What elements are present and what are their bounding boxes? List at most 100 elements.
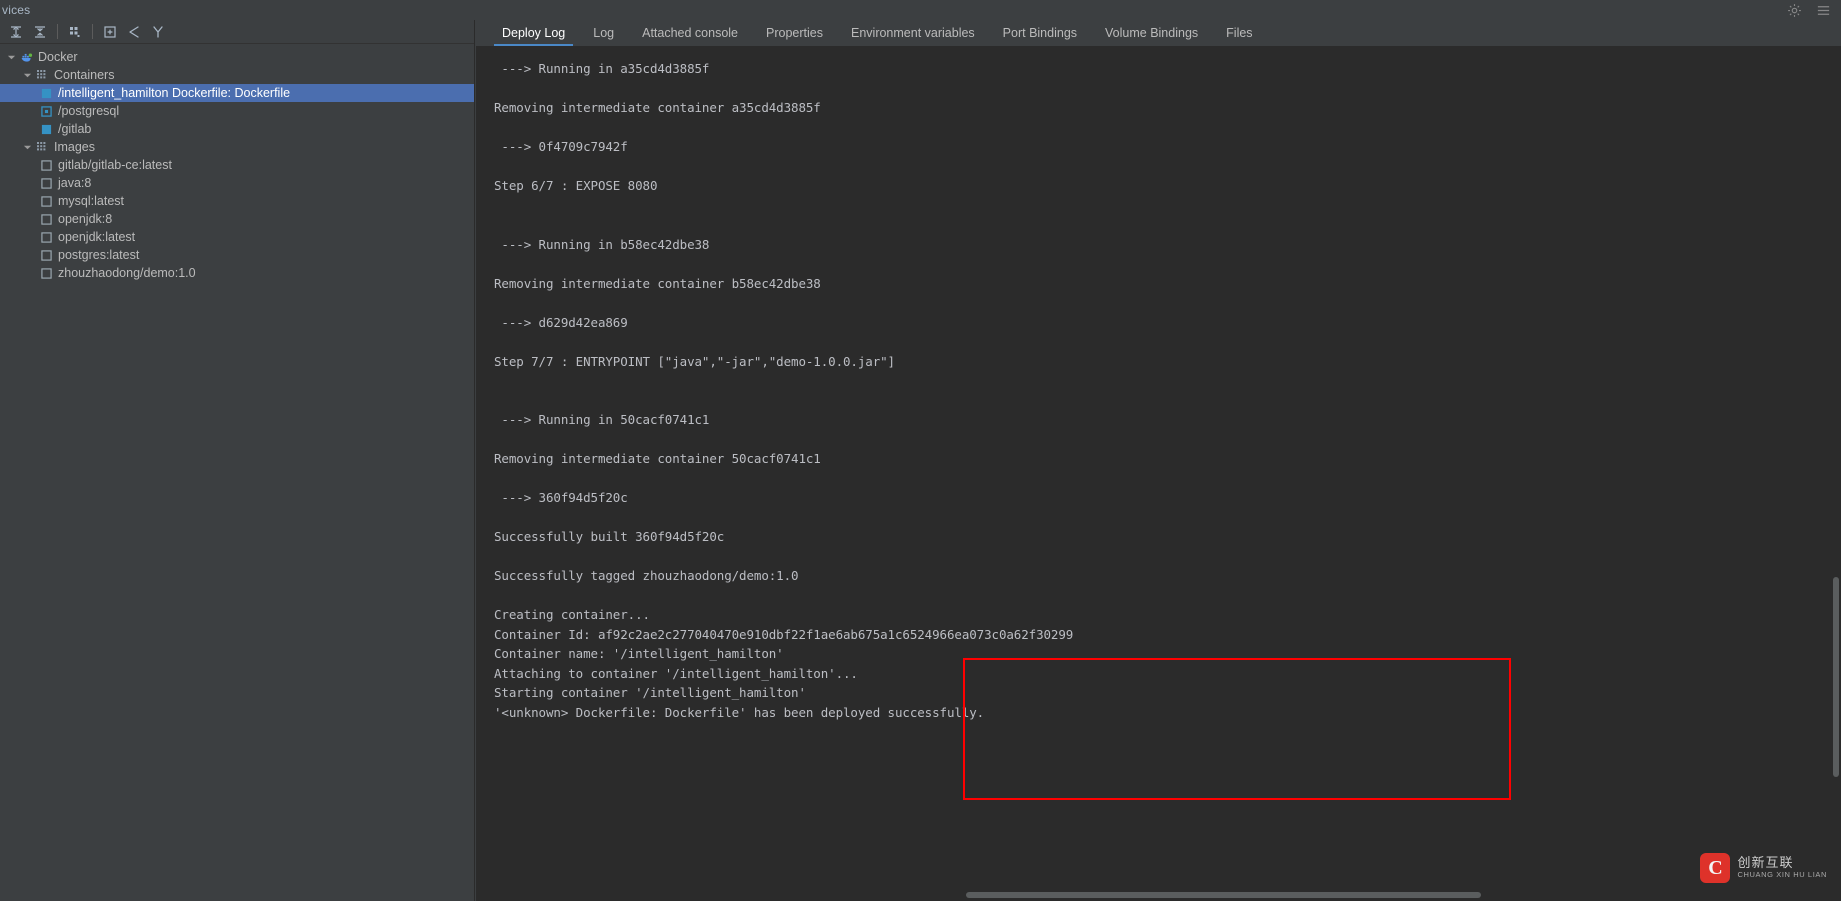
services-left-panel: Docker Containers	[0, 20, 475, 901]
log-line: Removing intermediate container a35cd4d3…	[494, 98, 1841, 118]
watermark-text: 创新互联 CHUANG XIN HU LIAN	[1737, 856, 1827, 880]
details-tab-bar[interactable]: Deploy Log Log Attached console Properti…	[476, 20, 1841, 47]
watermark-logo-icon: C	[1700, 853, 1730, 883]
log-blank	[494, 547, 1841, 567]
image-icon	[38, 214, 54, 225]
chevron-down-icon[interactable]	[20, 143, 34, 152]
log-line: Removing intermediate container 50cacf07…	[494, 449, 1841, 469]
log-blank	[494, 293, 1841, 313]
log-blank	[494, 332, 1841, 352]
horizontal-scrollbar-thumb[interactable]	[966, 892, 1481, 898]
tree-node-label: openjdk:8	[54, 212, 112, 226]
log-line: ---> Running in 50cacf0741c1	[494, 410, 1841, 430]
tab-port-bindings[interactable]: Port Bindings	[989, 20, 1091, 46]
expand-all-icon[interactable]	[4, 21, 28, 43]
image-icon	[38, 232, 54, 243]
tab-environment-variables[interactable]: Environment variables	[837, 20, 989, 46]
tree-node-label: Images	[50, 140, 95, 154]
log-line-highlighted: Container name: '/intelligent_hamilton'	[494, 644, 1841, 664]
tab-attached-console[interactable]: Attached console	[628, 20, 752, 46]
add-icon[interactable]	[98, 21, 122, 43]
log-line: ---> 360f94d5f20c	[494, 488, 1841, 508]
share-icon[interactable]	[122, 21, 146, 43]
horizontal-scrollbar[interactable]	[476, 889, 1831, 901]
image-icon	[38, 196, 54, 207]
tree-node-docker[interactable]: Docker	[0, 48, 474, 66]
group-by-icon[interactable]	[63, 21, 87, 43]
tab-label: Volume Bindings	[1105, 26, 1198, 40]
log-blank	[494, 157, 1841, 177]
log-blank	[494, 391, 1841, 411]
container-running-icon	[38, 124, 54, 135]
settings-gear-icon[interactable]	[1787, 3, 1802, 18]
image-icon	[38, 178, 54, 189]
tree-node-label: mysql:latest	[54, 194, 124, 208]
vertical-scrollbar[interactable]	[1831, 47, 1841, 887]
vertical-scrollbar-thumb[interactable]	[1833, 577, 1839, 777]
tree-node-image-openjdk-latest[interactable]: openjdk:latest	[0, 228, 474, 246]
chevron-down-icon[interactable]	[4, 53, 18, 62]
log-blank	[494, 508, 1841, 528]
collapse-all-icon[interactable]	[28, 21, 52, 43]
tree-node-image-java8[interactable]: java:8	[0, 174, 474, 192]
tree-node-label: postgres:latest	[54, 248, 139, 262]
docker-icon	[18, 51, 34, 64]
log-blank	[494, 215, 1841, 235]
tree-node-gitlab[interactable]: /gitlab	[0, 120, 474, 138]
branch-icon[interactable]	[146, 21, 170, 43]
services-tree[interactable]: Docker Containers	[0, 44, 474, 282]
tab-log[interactable]: Log	[579, 20, 628, 46]
log-content: ---> Running in a35cd4d3885f Removing in…	[476, 47, 1841, 722]
tree-node-label: gitlab/gitlab-ce:latest	[54, 158, 172, 172]
tree-node-label: java:8	[54, 176, 91, 190]
image-icon	[38, 250, 54, 261]
tree-node-containers[interactable]: Containers	[0, 66, 474, 84]
log-blank	[494, 469, 1841, 489]
log-line-highlighted: Attaching to container '/intelligent_ham…	[494, 664, 1841, 684]
service-details-panel: Deploy Log Log Attached console Properti…	[476, 20, 1841, 901]
services-tool-window: vices	[0, 0, 1841, 901]
log-line-highlighted: Creating container...	[494, 605, 1841, 625]
titlebar-actions	[1787, 3, 1841, 18]
log-blank	[494, 371, 1841, 391]
tab-label: Attached console	[642, 26, 738, 40]
image-icon	[38, 160, 54, 171]
log-line: Successfully built 360f94d5f20c	[494, 527, 1841, 547]
tab-properties[interactable]: Properties	[752, 20, 837, 46]
toolbar-separator-1	[57, 24, 58, 39]
tab-volume-bindings[interactable]: Volume Bindings	[1091, 20, 1212, 46]
tree-node-label: zhouzhaodong/demo:1.0	[54, 266, 196, 280]
tree-node-postgresql[interactable]: /postgresql	[0, 102, 474, 120]
log-line: Step 6/7 : EXPOSE 8080	[494, 176, 1841, 196]
log-line: Step 7/7 : ENTRYPOINT ["java","-jar","de…	[494, 352, 1841, 372]
tree-node-image-postgres[interactable]: postgres:latest	[0, 246, 474, 264]
chevron-down-icon[interactable]	[20, 71, 34, 80]
tab-label: Files	[1226, 26, 1252, 40]
log-line: ---> 0f4709c7942f	[494, 137, 1841, 157]
log-blank	[494, 118, 1841, 138]
services-toolbar	[0, 20, 474, 44]
toolbar-separator-2	[92, 24, 93, 39]
watermark: C 创新互联 CHUANG XIN HU LIAN	[1700, 853, 1827, 883]
tab-files[interactable]: Files	[1212, 20, 1266, 46]
tree-node-label: Docker	[34, 50, 78, 64]
tree-node-images[interactable]: Images	[0, 138, 474, 156]
tree-node-label: openjdk:latest	[54, 230, 135, 244]
log-blank	[494, 586, 1841, 606]
tree-node-image-mysql[interactable]: mysql:latest	[0, 192, 474, 210]
tree-node-intelligent-hamilton[interactable]: /intelligent_hamilton Dockerfile: Docker…	[0, 84, 474, 102]
log-line: ---> d629d42ea869	[494, 313, 1841, 333]
tab-deploy-log[interactable]: Deploy Log	[488, 20, 579, 46]
log-line: ---> Running in b58ec42dbe38	[494, 235, 1841, 255]
container-stopped-icon	[38, 106, 54, 117]
deploy-log-console[interactable]: ---> Running in a35cd4d3885f Removing in…	[476, 47, 1841, 901]
tree-node-label: /postgresql	[54, 104, 119, 118]
tree-node-label: Containers	[50, 68, 114, 82]
hide-icon[interactable]	[1816, 3, 1831, 18]
container-running-icon	[38, 88, 54, 99]
log-blank	[494, 254, 1841, 274]
tree-node-label: /gitlab	[54, 122, 91, 136]
tree-node-image-gitlab-ce[interactable]: gitlab/gitlab-ce:latest	[0, 156, 474, 174]
tree-node-image-demo[interactable]: zhouzhaodong/demo:1.0	[0, 264, 474, 282]
tree-node-image-openjdk8[interactable]: openjdk:8	[0, 210, 474, 228]
